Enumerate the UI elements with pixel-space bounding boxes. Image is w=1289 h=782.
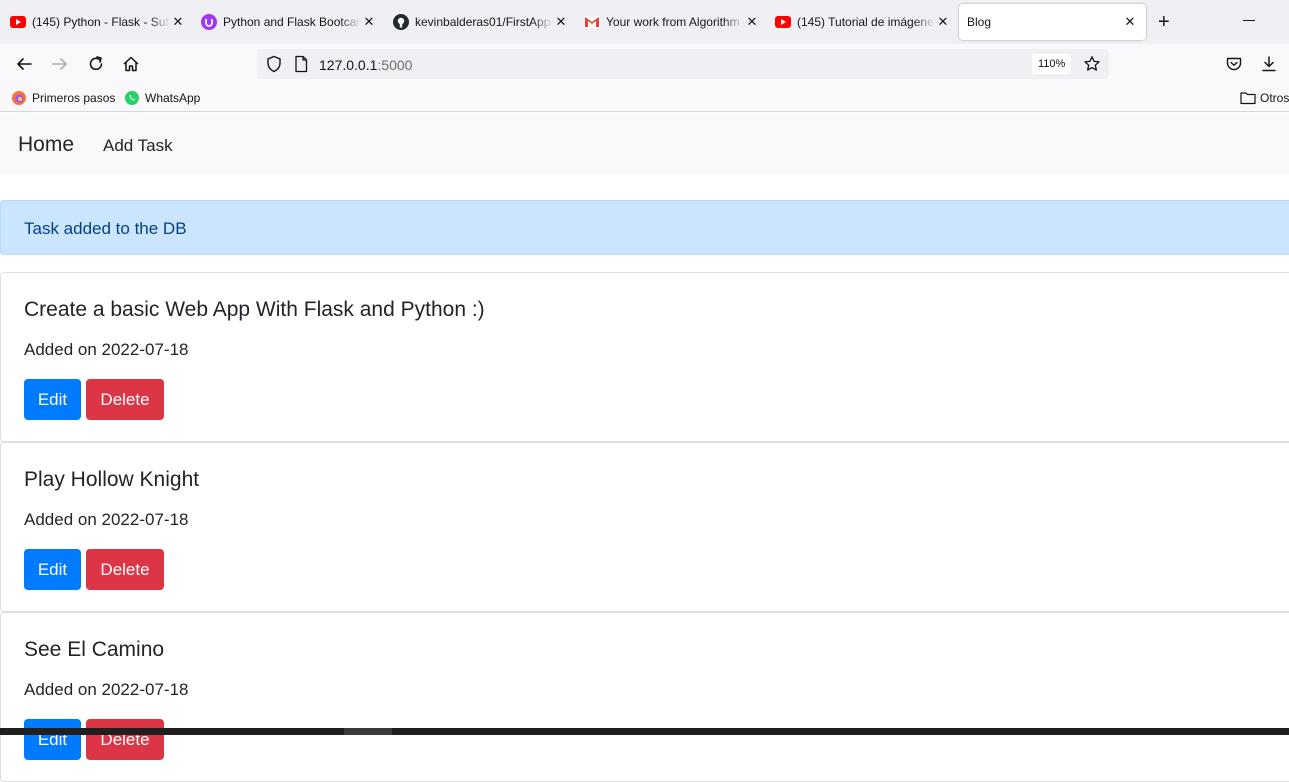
tab-title: (145) Python - Flask - Sub bbox=[32, 15, 170, 29]
new-tab-icon[interactable]: + bbox=[1158, 12, 1170, 32]
os-taskbar bbox=[0, 728, 1289, 735]
downloads-icon[interactable] bbox=[1259, 54, 1279, 74]
edit-task-button[interactable]: Edit bbox=[24, 549, 81, 590]
bookmarks-toolbar: Primeros pasos WhatsApp Otros bbox=[0, 84, 1289, 112]
url-port: :5000 bbox=[377, 57, 413, 73]
alert-message: Task added to the DB bbox=[24, 219, 187, 238]
tab-title: Blog bbox=[967, 15, 992, 29]
browser-toolbar: 127.0.0.1:5000 110% bbox=[0, 44, 1289, 84]
bookmark-primeros-pasos[interactable]: Primeros pasos bbox=[12, 91, 115, 105]
tab-title: kevinbalderas01/FirstApp bbox=[415, 15, 551, 29]
zoom-level-button[interactable]: 110% bbox=[1032, 54, 1072, 74]
tab-blog-active[interactable]: Blog ✕ bbox=[959, 4, 1146, 40]
tab-gmail[interactable]: Your work from Algorithm ✕ bbox=[584, 4, 760, 40]
youtube-icon bbox=[775, 14, 791, 30]
back-icon[interactable] bbox=[14, 54, 34, 74]
tab-youtube-flask[interactable]: (145) Python - Flask - Sub ✕ bbox=[10, 4, 186, 40]
task-card: Play Hollow Knight Added on 2022-07-18 E… bbox=[0, 442, 1289, 612]
tab-youtube-tutorial[interactable]: (145) Tutorial de imágene ✕ bbox=[775, 4, 951, 40]
close-tab-icon[interactable]: ✕ bbox=[361, 14, 377, 30]
delete-task-button[interactable]: Delete bbox=[86, 549, 164, 590]
url-text[interactable]: 127.0.0.1:5000 bbox=[319, 57, 412, 73]
flash-alert: Task added to the DB bbox=[0, 200, 1289, 255]
shield-icon[interactable] bbox=[265, 55, 283, 78]
url-host: 127.0.0.1 bbox=[319, 57, 378, 73]
whatsapp-icon bbox=[125, 91, 139, 105]
bookmark-star-icon[interactable] bbox=[1083, 55, 1101, 78]
bookmark-whatsapp[interactable]: WhatsApp bbox=[125, 91, 200, 105]
close-tab-icon[interactable]: ✕ bbox=[1122, 14, 1138, 30]
add-task-link[interactable]: Add Task bbox=[103, 136, 173, 156]
tab-udemy-bootcamp[interactable]: Python and Flask Bootcam ✕ bbox=[201, 4, 377, 40]
task-title: Create a basic Web App With Flask and Py… bbox=[24, 298, 485, 321]
firefox-icon bbox=[12, 91, 26, 105]
task-date: Added on 2022-07-18 bbox=[24, 680, 189, 699]
pocket-icon[interactable] bbox=[1224, 54, 1244, 74]
forward-icon[interactable] bbox=[50, 54, 70, 74]
tab-title: (145) Tutorial de imágene bbox=[797, 15, 934, 29]
task-title: See El Camino bbox=[24, 638, 165, 661]
other-bookmarks[interactable]: Otros bbox=[1240, 91, 1289, 105]
tab-title: Your work from Algorithm bbox=[606, 15, 740, 29]
close-tab-icon[interactable]: ✕ bbox=[553, 14, 569, 30]
home-icon[interactable] bbox=[121, 54, 141, 74]
close-tab-icon[interactable]: ✕ bbox=[744, 14, 760, 30]
other-bookmarks-label: Otros bbox=[1260, 91, 1289, 105]
delete-task-button[interactable]: Delete bbox=[86, 379, 164, 420]
udemy-icon bbox=[201, 14, 217, 30]
tab-github-firstapp[interactable]: kevinbalderas01/FirstApp ✕ bbox=[393, 4, 569, 40]
task-date: Added on 2022-07-18 bbox=[24, 340, 189, 359]
page-info-icon[interactable] bbox=[293, 55, 309, 78]
bookmark-label: Primeros pasos bbox=[32, 91, 116, 105]
close-tab-icon[interactable]: ✕ bbox=[935, 14, 951, 30]
reload-icon[interactable] bbox=[86, 54, 106, 74]
task-card: See El Camino Added on 2022-07-18 Edit D… bbox=[0, 612, 1289, 782]
task-date: Added on 2022-07-18 bbox=[24, 510, 189, 529]
site-navbar: Home Add Task bbox=[0, 113, 1289, 174]
close-tab-icon[interactable]: ✕ bbox=[170, 14, 186, 30]
delete-task-button[interactable]: Delete bbox=[86, 719, 164, 760]
folder-icon bbox=[1240, 91, 1256, 105]
minimize-window-icon[interactable] bbox=[1243, 20, 1255, 21]
tab-title: Python and Flask Bootcam bbox=[223, 15, 361, 29]
taskbar-item[interactable] bbox=[344, 728, 392, 735]
tab-bar: (145) Python - Flask - Sub ✕ Python and … bbox=[0, 0, 1289, 44]
bookmark-label: WhatsApp bbox=[145, 91, 201, 105]
edit-task-button[interactable]: Edit bbox=[24, 379, 81, 420]
task-title: Play Hollow Knight bbox=[24, 468, 200, 491]
github-icon bbox=[393, 14, 409, 30]
gmail-icon bbox=[584, 14, 600, 30]
edit-task-button[interactable]: Edit bbox=[24, 719, 81, 760]
youtube-icon bbox=[10, 14, 26, 30]
address-bar[interactable]: 127.0.0.1:5000 110% bbox=[257, 49, 1109, 79]
task-card: Create a basic Web App With Flask and Py… bbox=[0, 272, 1289, 442]
home-link[interactable]: Home bbox=[18, 133, 74, 157]
